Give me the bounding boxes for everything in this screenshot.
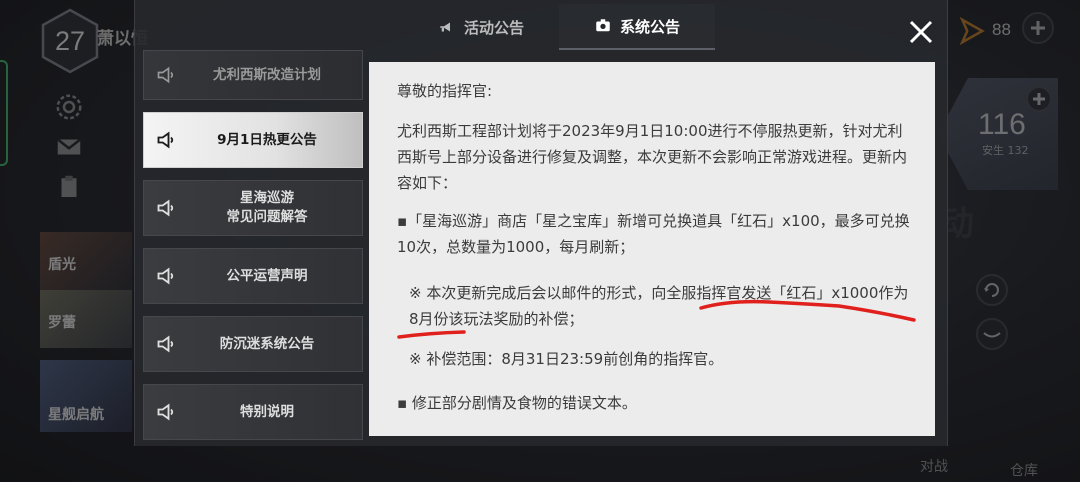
announcement-list-item-active[interactable]: 9月1日热更公告	[143, 112, 363, 168]
megaphone-icon	[156, 65, 176, 85]
announcement-list-item-label: 防沉迷系统公告	[219, 335, 315, 352]
content-note-1: ※ 本次更新完成后会以邮件的形式，向全服指挥官发送「红石」x1000作为8月份该…	[409, 284, 909, 328]
megaphone-icon	[156, 402, 176, 422]
tab-system-announcements[interactable]: 系统公告	[559, 4, 715, 50]
announcement-list-item[interactable]: 尤利西斯改造计划	[143, 50, 363, 100]
megaphone-icon	[156, 198, 176, 218]
announcement-list-item-label: 星海巡游 常见问题解答	[226, 190, 308, 225]
tab-event-announcements[interactable]: 活动公告	[403, 4, 559, 50]
megaphone-icon	[440, 22, 450, 32]
announcement-icon	[596, 19, 610, 32]
announcement-list-item[interactable]: 星海巡游 常见问题解答	[143, 180, 363, 236]
megaphone-icon	[156, 334, 176, 354]
tab-bar: 活动公告 系统公告	[403, 4, 715, 50]
announcement-list-item[interactable]: 特别说明	[143, 384, 363, 440]
megaphone-icon	[156, 130, 176, 150]
announcement-list-item-label: 尤利西斯改造计划	[213, 66, 321, 83]
content-item-1: ▪「星海巡游」商店「星之宝库」新增可兑换道具「红石」x100，最多可兑换10次，…	[397, 212, 910, 256]
announcement-list: 尤利西斯改造计划 9月1日热更公告 星海巡游 常见问题解答 公平运营声明 防沉迷…	[143, 50, 363, 452]
announcement-list-item-label: 公平运营声明	[226, 267, 308, 284]
announcement-list-item[interactable]: 公平运营声明	[143, 248, 363, 304]
tab-label: 系统公告	[619, 17, 680, 36]
announcement-list-item-label: 9月1日热更公告	[217, 131, 317, 148]
tab-label: 活动公告	[463, 18, 524, 37]
announcement-list-item-label: 特别说明	[240, 403, 294, 420]
announcement-list-item[interactable]: 防沉迷系统公告	[143, 316, 363, 372]
content-intro: 尤利西斯工程部计划将于2023年9月1日10:00进行不停服热更新，针对尤利西斯…	[397, 122, 908, 192]
megaphone-icon	[156, 266, 176, 286]
announcement-modal: 活动公告 系统公告 尤利西斯改造计划 9月1日热更公告 星海巡游 常见问题解答 …	[134, 0, 948, 446]
content-item-2: ▪ 修正部分剧情及食物的错误文本。	[397, 394, 637, 412]
content-greeting: 尊敬的指挥官:	[397, 82, 493, 100]
close-icon	[909, 20, 933, 44]
content-note-2: ※ 补偿范围：8月31日23:59前创角的指挥官。	[409, 350, 724, 368]
announcement-content[interactable]: 尊敬的指挥官: 尤利西斯工程部计划将于2023年9月1日10:00进行不停服热更…	[369, 62, 935, 436]
close-button[interactable]	[905, 16, 937, 48]
